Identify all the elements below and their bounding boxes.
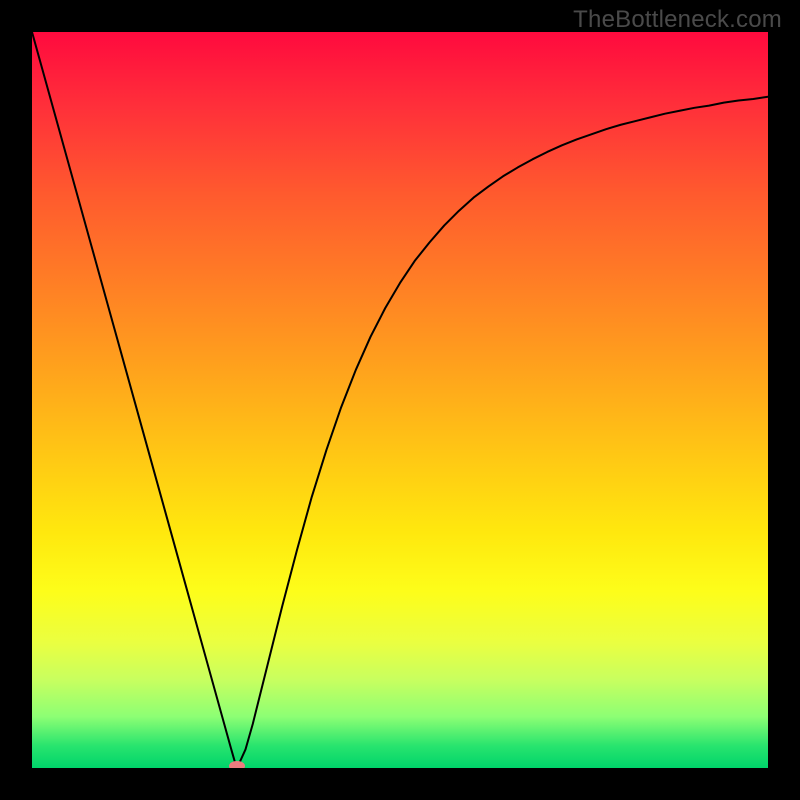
plot-area xyxy=(32,32,768,768)
watermark-text: TheBottleneck.com xyxy=(573,6,782,34)
chart-frame: TheBottleneck.com xyxy=(0,0,800,800)
chart-curve xyxy=(32,32,768,768)
min-marker-icon xyxy=(229,761,245,768)
